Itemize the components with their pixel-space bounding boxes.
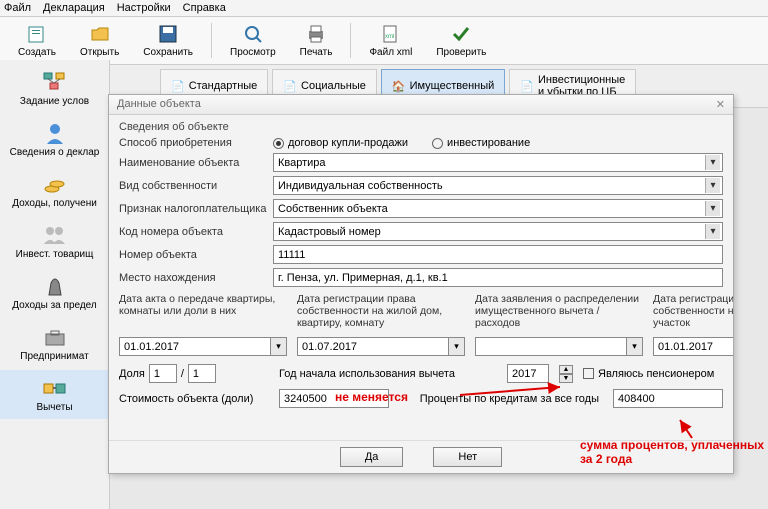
- bag-icon: [41, 274, 69, 298]
- xml-icon: xml: [380, 23, 402, 45]
- year-spinner[interactable]: ▲▼: [559, 365, 573, 383]
- label-taxpayer: Признак налогоплательщика: [119, 203, 267, 215]
- number-input[interactable]: [273, 245, 723, 264]
- people-icon: [41, 223, 69, 247]
- person-icon: [41, 121, 69, 145]
- sidebar-invest-partner[interactable]: Инвест. товарищ: [0, 217, 109, 266]
- print-icon: [305, 23, 327, 45]
- credit-input[interactable]: [613, 389, 723, 408]
- close-icon[interactable]: ✕: [716, 98, 725, 111]
- print-button[interactable]: Печать: [290, 21, 343, 60]
- label-pensioner: Являюсь пенсионером: [598, 368, 714, 380]
- code-select[interactable]: Кадастровый номер: [273, 222, 723, 241]
- date2-input[interactable]: [297, 337, 449, 356]
- check-icon: [450, 23, 472, 45]
- label-credit: Проценты по кредитам за все годы: [399, 393, 603, 405]
- label-owner: Вид собственности: [119, 180, 267, 192]
- label-year: Год начала использования вычета: [279, 368, 497, 380]
- xml-button[interactable]: xml Файл xml: [359, 21, 422, 60]
- deductions-icon: [41, 376, 69, 400]
- doc-icon: 📄: [520, 80, 534, 93]
- label-share: Доля: [119, 368, 145, 380]
- view-icon: [242, 23, 264, 45]
- date1-input[interactable]: [119, 337, 271, 356]
- view-button[interactable]: Просмотр: [220, 21, 286, 60]
- toolbar: Создать Открыть Сохранить Просмотр Печат…: [0, 17, 768, 65]
- date2-label: Дата регистрации права собственности на …: [297, 293, 465, 335]
- sidebar-deductions[interactable]: Вычеты: [0, 370, 109, 419]
- date4-input[interactable]: [653, 337, 733, 356]
- label-location: Место нахождения: [119, 272, 267, 284]
- menu-file[interactable]: Файл: [4, 2, 31, 14]
- location-input[interactable]: [273, 268, 723, 287]
- svg-text:xml: xml: [385, 34, 394, 40]
- yes-button[interactable]: Да: [340, 447, 404, 467]
- open-button[interactable]: Открыть: [70, 21, 129, 60]
- calendar-icon[interactable]: ▾: [271, 337, 287, 356]
- coins-icon: [41, 172, 69, 196]
- object-dialog: Данные объекта ✕ Сведения об объекте Спо…: [108, 94, 734, 474]
- no-button[interactable]: Нет: [433, 447, 502, 467]
- share-d-input[interactable]: [188, 364, 216, 383]
- share-n-input[interactable]: [149, 364, 177, 383]
- label-number: Номер объекта: [119, 249, 267, 261]
- create-button[interactable]: Создать: [8, 21, 66, 60]
- doc-icon: 📄: [171, 80, 185, 93]
- date1-label: Дата акта о передаче квартиры, комнаты и…: [119, 293, 287, 335]
- menubar: Файл Декларация Настройки Справка: [0, 0, 768, 17]
- taxpayer-select[interactable]: Собственник объекта: [273, 199, 723, 218]
- object-name-select[interactable]: Квартира: [273, 153, 723, 172]
- menu-help[interactable]: Справка: [183, 2, 226, 14]
- calendar-icon[interactable]: ▾: [449, 337, 465, 356]
- dialog-titlebar: Данные объекта ✕: [109, 95, 733, 115]
- year-input[interactable]: [507, 364, 549, 383]
- owner-type-select[interactable]: Индивидуальная собственность: [273, 176, 723, 195]
- check-button[interactable]: Проверить: [426, 21, 496, 60]
- save-icon: [157, 23, 179, 45]
- label-cost: Стоимость объекта (доли): [119, 393, 253, 405]
- conditions-icon: [41, 70, 69, 94]
- sidebar: Задание услов Сведения о деклар Доходы, …: [0, 60, 110, 509]
- briefcase-icon: [41, 325, 69, 349]
- label-method: Способ приобретения: [119, 137, 267, 149]
- date3-input[interactable]: [475, 337, 627, 356]
- label-name: Наименование объекта: [119, 157, 267, 169]
- save-button[interactable]: Сохранить: [133, 21, 203, 60]
- radio-purchase[interactable]: договор купли-продажи: [273, 137, 408, 149]
- create-icon: [26, 23, 48, 45]
- sidebar-declaration[interactable]: Сведения о деклар: [0, 115, 109, 164]
- sidebar-income[interactable]: Доходы, получени: [0, 166, 109, 215]
- sidebar-entrepreneur[interactable]: Предпринимат: [0, 319, 109, 368]
- menu-declaration[interactable]: Декларация: [43, 2, 105, 14]
- open-icon: [89, 23, 111, 45]
- calendar-icon[interactable]: ▾: [627, 337, 643, 356]
- label-code: Код номера объекта: [119, 226, 267, 238]
- section-header: Сведения об объекте: [119, 119, 723, 137]
- sidebar-conditions[interactable]: Задание услов: [0, 64, 109, 113]
- doc-icon: 📄: [283, 80, 297, 93]
- date3-label: Дата заявления о распределении имуществе…: [475, 293, 643, 335]
- pensioner-checkbox[interactable]: [583, 368, 594, 379]
- radio-invest[interactable]: инвестирование: [432, 137, 530, 149]
- menu-settings[interactable]: Настройки: [117, 2, 171, 14]
- date4-label: Дата регистрации права собственности на …: [653, 293, 733, 335]
- house-icon: 🏠: [392, 80, 406, 93]
- cost-input[interactable]: [279, 389, 389, 408]
- sidebar-abroad[interactable]: Доходы за предел: [0, 268, 109, 317]
